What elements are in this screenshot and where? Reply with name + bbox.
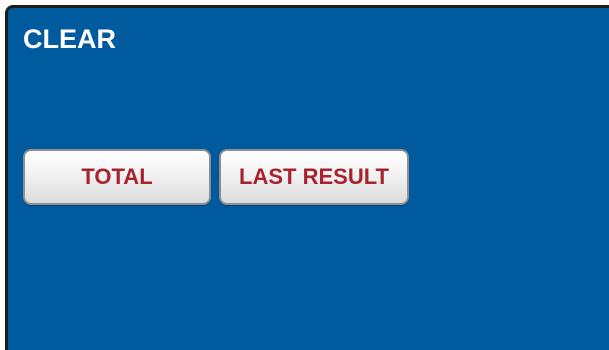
panel-title: CLEAR	[23, 24, 116, 54]
clear-panel: CLEAR TOTAL LAST RESULT	[5, 5, 609, 350]
last-result-button[interactable]: LAST RESULT	[219, 149, 409, 205]
total-button[interactable]: TOTAL	[23, 149, 211, 205]
